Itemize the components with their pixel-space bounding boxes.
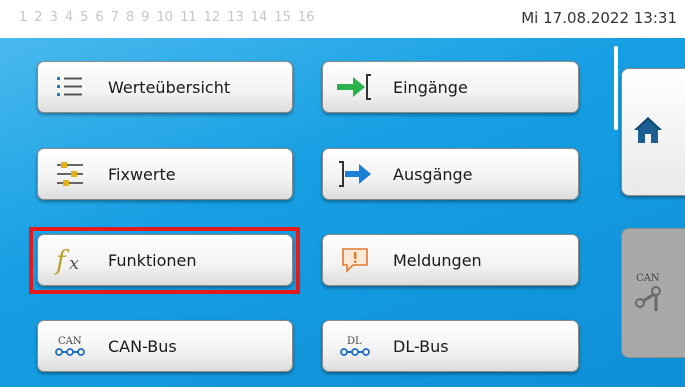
page-number[interactable]: 12 [204, 10, 221, 25]
page-number[interactable]: 10 [157, 10, 174, 25]
fixed-values-icon [50, 154, 90, 194]
can-bus-label: CAN-Bus [108, 336, 177, 356]
fixwerte-button[interactable]: Fixwerte [37, 148, 293, 200]
dl-bus-label: DL-Bus [393, 336, 449, 356]
dl-icon-text: DL [347, 336, 362, 347]
scrollbar[interactable] [614, 46, 618, 130]
status-bar: 1 2 3 4 5 6 7 8 9 10 11 12 13 14 15 16 M… [0, 0, 685, 38]
page-number[interactable]: 16 [298, 10, 315, 25]
svg-text:x: x [69, 253, 79, 274]
dl-bus-button[interactable]: DL DL-Bus [322, 320, 579, 372]
page-number[interactable]: 7 [111, 10, 119, 25]
page-number[interactable]: 3 [50, 10, 58, 25]
can-bus-button[interactable]: CAN CAN-Bus [37, 320, 293, 372]
input-arrow-icon [335, 67, 375, 107]
meldungen-label: Meldungen [393, 250, 482, 270]
can-network-icon-text: CAN [636, 273, 660, 284]
page-number[interactable]: 2 [34, 10, 42, 25]
page-number[interactable]: 4 [65, 10, 73, 25]
home-button[interactable] [621, 68, 685, 196]
fixwerte-label: Fixwerte [108, 164, 176, 184]
werteuebersicht-label: Werteübersicht [108, 77, 231, 97]
ausgaenge-label: Ausgänge [393, 164, 473, 184]
funktionen-button[interactable]: f x Funktionen [37, 234, 293, 286]
page-number-list: 1 2 3 4 5 6 7 8 9 10 11 12 13 14 15 16 [19, 10, 314, 25]
can-icon-text: CAN [58, 336, 82, 347]
funktionen-label: Funktionen [108, 250, 197, 270]
eingaenge-label: Eingänge [393, 77, 468, 97]
ausgaenge-button[interactable]: Ausgänge [322, 148, 579, 200]
page-number[interactable]: 1 [19, 10, 27, 25]
message-warning-icon [335, 240, 375, 280]
home-icon [632, 114, 664, 150]
svg-text:f: f [54, 246, 70, 275]
page-number[interactable]: 11 [180, 10, 197, 25]
page-number[interactable]: 9 [141, 10, 149, 25]
list-icon [50, 67, 90, 107]
function-fx-icon: f x [50, 240, 90, 280]
date-time: Mi 17.08.2022 13:31 [521, 9, 677, 27]
page-number[interactable]: 14 [251, 10, 268, 25]
page-number[interactable]: 8 [126, 10, 134, 25]
dl-bus-icon: DL [335, 326, 375, 366]
werteuebersicht-button[interactable]: Werteübersicht [37, 61, 293, 113]
main-menu-panel: Werteübersicht Eingänge Fixwerte Ausgäng… [0, 38, 685, 387]
can-bus-icon: CAN [50, 326, 90, 366]
page-number[interactable]: 5 [80, 10, 88, 25]
eingaenge-button[interactable]: Eingänge [322, 61, 579, 113]
can-network-button[interactable]: CAN [621, 228, 685, 358]
page-number[interactable]: 13 [227, 10, 244, 25]
page-number[interactable]: 6 [95, 10, 103, 25]
can-network-icon: CAN [634, 269, 668, 317]
output-arrow-icon [335, 154, 375, 194]
page-number[interactable]: 15 [274, 10, 291, 25]
meldungen-button[interactable]: Meldungen [322, 234, 579, 286]
